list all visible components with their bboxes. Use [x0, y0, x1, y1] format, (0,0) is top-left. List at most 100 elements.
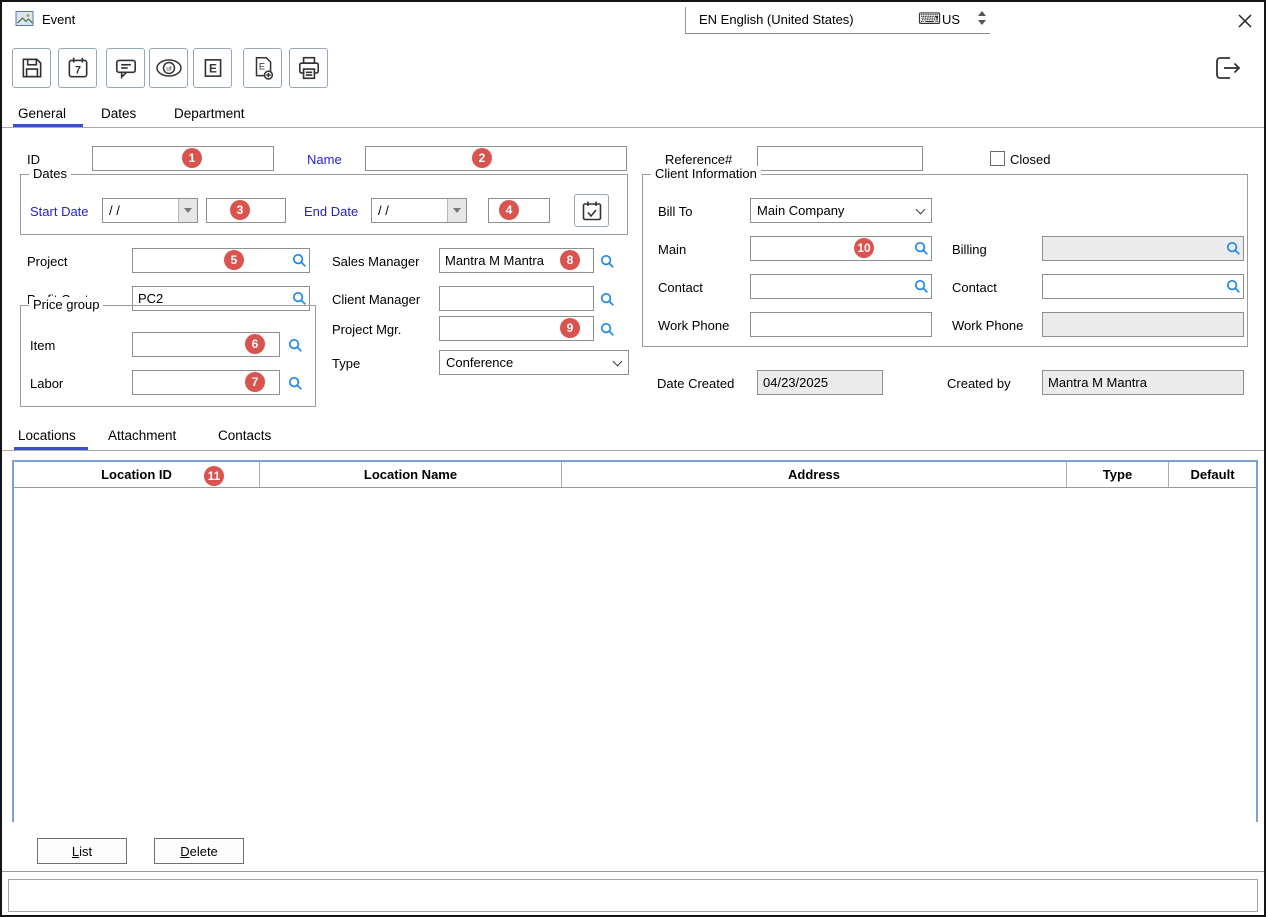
annotation-badge-9: 9: [560, 318, 580, 338]
annotation-badge-11: 11: [204, 466, 224, 486]
annotation-badge-8: 8: [560, 250, 580, 270]
dropdown-arrow-icon[interactable]: [178, 199, 197, 222]
close-button[interactable]: [1236, 12, 1254, 30]
detail-tab-strip-divider: [2, 450, 1266, 451]
date-created-field: [757, 370, 883, 395]
billing-field[interactable]: [1042, 236, 1244, 261]
contact-left-field[interactable]: [750, 274, 932, 299]
language-underline: [685, 33, 990, 34]
work-phone-right-field[interactable]: [1042, 312, 1244, 337]
e-window-button[interactable]: E: [193, 48, 232, 88]
work-phone-left-label: Work Phone: [658, 318, 729, 334]
search-icon[interactable]: [911, 237, 931, 260]
annotation-badge-4: 4: [499, 200, 519, 220]
tab-locations[interactable]: Locations: [18, 428, 76, 443]
annotation-badge-6: 6: [245, 334, 265, 354]
search-icon[interactable]: [598, 290, 616, 308]
keyboard-icon: ⌨: [918, 9, 941, 29]
e-add-button[interactable]: E: [243, 48, 282, 88]
price-group-title: Price group: [29, 297, 103, 312]
window-title: Event: [42, 12, 75, 27]
printer-icon: [296, 55, 322, 81]
work-phone-left-field[interactable]: [750, 312, 932, 337]
column-header-location-name[interactable]: Location Name: [260, 462, 562, 487]
search-icon[interactable]: [1223, 237, 1243, 260]
exit-button[interactable]: [1208, 48, 1247, 88]
end-date-label: End Date: [304, 204, 358, 220]
spinner-up-icon[interactable]: [978, 11, 986, 16]
annotation-badge-5: 5: [224, 250, 244, 270]
name-field[interactable]: [365, 146, 627, 171]
locations-table-header: Location ID Location Name Address Type D…: [14, 462, 1256, 488]
type-dropdown[interactable]: Conference: [439, 350, 629, 375]
calendar-7-button[interactable]: 7: [58, 48, 97, 88]
event-window: Event EN English (United States) ⌨ US 7: [0, 0, 1266, 917]
search-icon[interactable]: [1223, 275, 1243, 298]
type-label: Type: [332, 356, 360, 372]
search-icon[interactable]: [286, 374, 304, 392]
reference-field[interactable]: [757, 146, 923, 171]
spinner-down-icon[interactable]: [978, 20, 986, 25]
print-button[interactable]: [289, 48, 328, 88]
exit-icon: [1213, 54, 1243, 82]
calendar-check-button[interactable]: [574, 194, 609, 227]
annotation-badge-2: 2: [472, 148, 492, 168]
search-icon[interactable]: [286, 336, 304, 354]
list-button[interactable]: List: [37, 838, 127, 864]
language-spinner[interactable]: [978, 11, 988, 27]
annotation-badge-10: 10: [854, 238, 874, 258]
annotation-badge-1: 1: [182, 148, 202, 168]
search-icon[interactable]: [911, 275, 931, 298]
tab-department[interactable]: Department: [174, 106, 245, 121]
save-icon: [19, 55, 45, 81]
tab-contacts[interactable]: Contacts: [218, 428, 271, 443]
keyboard-layout-indicator[interactable]: US: [942, 12, 960, 27]
date-created-label: Date Created: [657, 376, 734, 392]
e-add-icon: E: [250, 55, 276, 81]
bill-to-label: Bill To: [658, 204, 692, 220]
save-button[interactable]: [12, 48, 51, 88]
notes-button[interactable]: [106, 48, 145, 88]
bill-to-dropdown[interactable]: Main Company: [750, 198, 932, 223]
language-indicator[interactable]: EN English (United States): [699, 12, 854, 27]
project-field[interactable]: [132, 248, 310, 273]
dates-group-title: Dates: [29, 166, 71, 181]
closed-label: Closed: [1010, 152, 1050, 168]
created-by-field: [1042, 370, 1244, 395]
close-icon: [1238, 14, 1252, 28]
calendar-7-icon: 7: [65, 55, 91, 81]
user-fields-button[interactable]: uf: [149, 48, 188, 88]
search-icon[interactable]: [289, 249, 309, 272]
svg-text:7: 7: [74, 64, 80, 76]
tab-general[interactable]: General: [18, 106, 66, 121]
search-icon[interactable]: [598, 252, 616, 270]
locations-table: Location ID Location Name Address Type D…: [12, 460, 1258, 822]
contact-left-label: Contact: [658, 280, 703, 296]
tab-attachment[interactable]: Attachment: [108, 428, 176, 443]
client-manager-label: Client Manager: [332, 292, 420, 308]
end-date-picker[interactable]: / /: [371, 198, 467, 223]
main-field[interactable]: [750, 236, 932, 261]
uf-eye-icon: uf: [155, 55, 183, 81]
annotation-badge-3: 3: [230, 200, 250, 220]
contact-right-field[interactable]: [1042, 274, 1244, 299]
closed-checkbox[interactable]: [990, 151, 1005, 166]
svg-text:E: E: [258, 62, 264, 72]
client-manager-field[interactable]: [439, 286, 594, 311]
delete-button[interactable]: Delete: [154, 838, 244, 864]
tab-dates[interactable]: Dates: [101, 106, 136, 121]
column-header-type[interactable]: Type: [1067, 462, 1169, 487]
locations-table-body[interactable]: [14, 488, 1256, 822]
annotation-badge-7: 7: [245, 372, 265, 392]
comment-icon: [113, 55, 139, 81]
search-icon[interactable]: [598, 320, 616, 338]
svg-text:uf: uf: [166, 66, 172, 73]
dropdown-arrow-icon[interactable]: [447, 199, 466, 222]
column-header-address[interactable]: Address: [562, 462, 1067, 487]
billing-label: Billing: [952, 242, 987, 258]
client-information-group-title: Client Information: [651, 166, 761, 181]
column-header-default[interactable]: Default: [1169, 462, 1256, 487]
end-date-extra-field[interactable]: [488, 198, 550, 223]
start-date-picker[interactable]: / /: [102, 198, 198, 223]
project-mgr-label: Project Mgr.: [332, 322, 401, 338]
